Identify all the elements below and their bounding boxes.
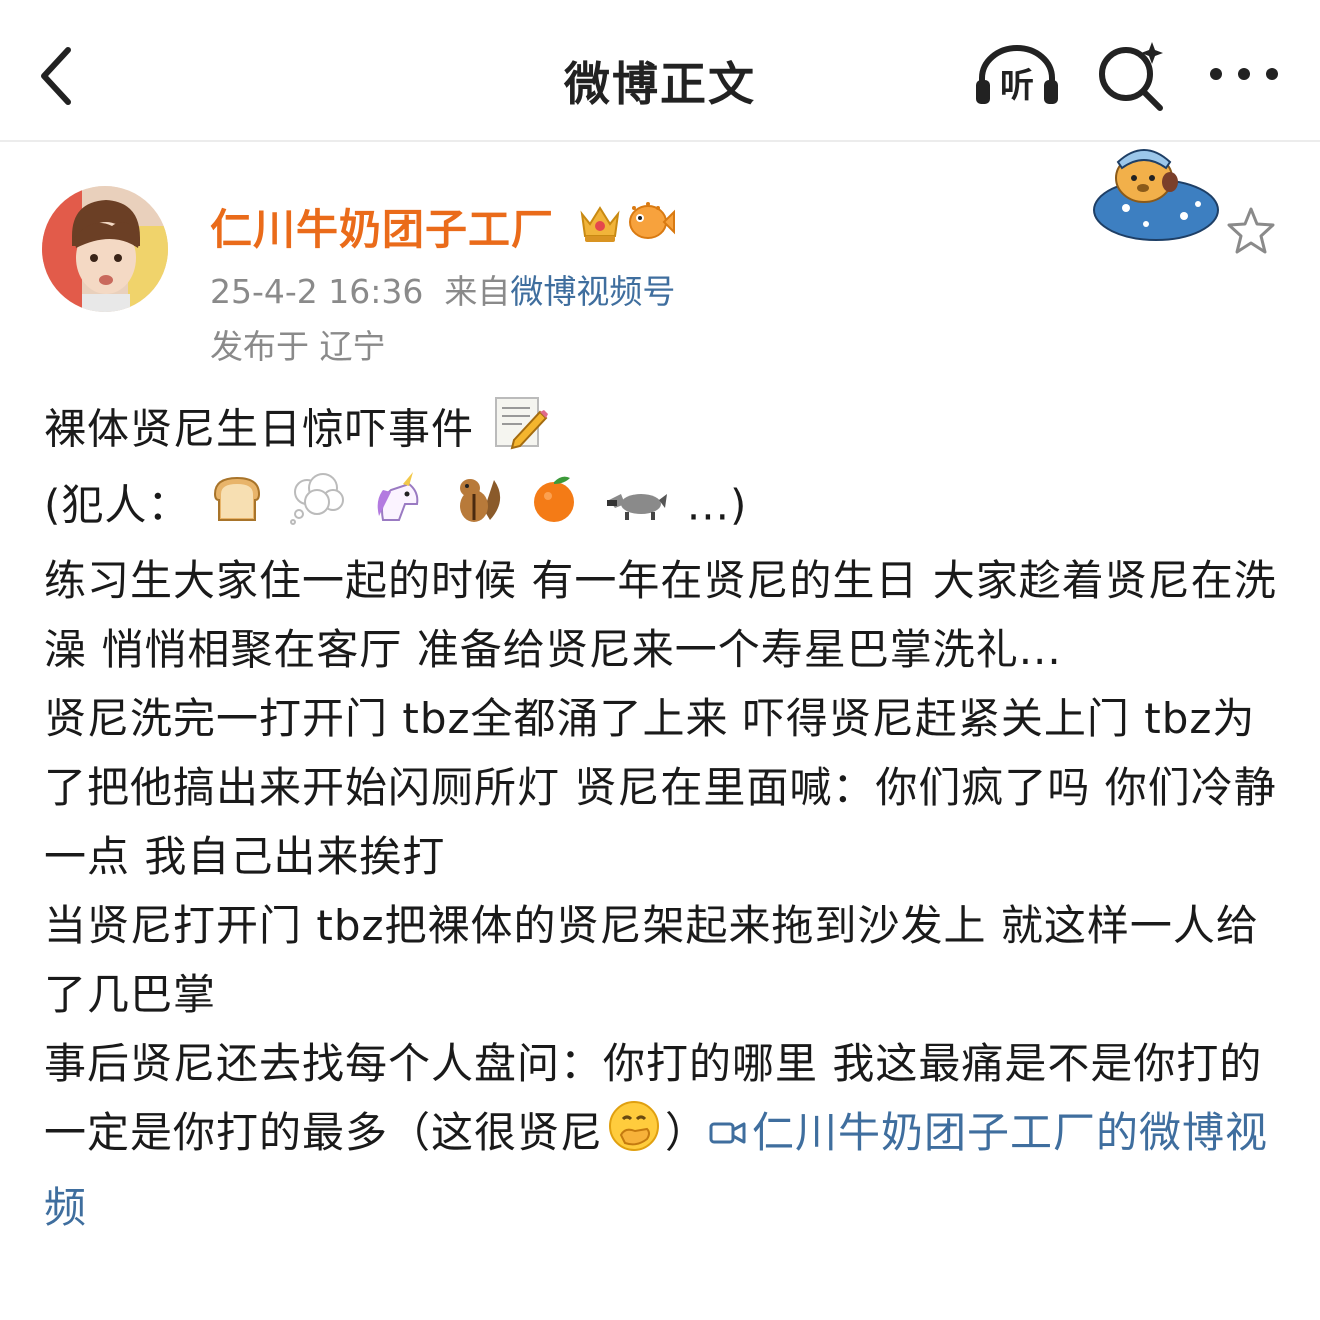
raccoon-icon: [605, 470, 669, 546]
post-meta: 25-4-2 16:36 来自微博视频号: [210, 265, 675, 313]
culprits-prefix: (犯人：: [44, 480, 191, 530]
author-name[interactable]: 仁川牛奶团子工厂: [210, 196, 554, 257]
memo-pencil-icon: [492, 394, 549, 470]
post-paragraph-1: 练习生大家住一起的时候 有一年在贤尼的生日 大家趁着贤尼在洗澡 悄悄相聚在客厅 …: [44, 556, 1277, 674]
culprits-line: (犯人： ...): [44, 470, 1284, 546]
avatar[interactable]: [42, 186, 168, 312]
post-paragraph-3: 当贤尼打开门 tbz把裸体的贤尼架起来拖到沙发上 就这样一人给了几巴掌: [44, 901, 1259, 1019]
decorative-sticker-icon: [1086, 138, 1220, 248]
source-prefix: 来自: [444, 272, 511, 311]
post-paragraph-4-end: ）: [665, 1108, 709, 1157]
search-icon[interactable]: [1094, 38, 1168, 112]
listen-label: 听: [1000, 66, 1034, 106]
post-title-line: 裸体贤尼生日惊吓事件: [44, 394, 1284, 470]
top-nav-bar: 微博正文 听: [0, 0, 1320, 142]
face-hand-over-mouth-icon: [607, 1099, 661, 1173]
crown-badge-icon[interactable]: [578, 200, 622, 244]
thought-balloon-icon: [287, 470, 347, 546]
post-paragraph-4: 事后贤尼还去找每个人盘问：你打的哪里 我这最痛是不是你打的 一定是你打的最多（这…: [44, 1029, 1284, 1242]
post-content: 裸体贤尼生日惊吓事件 (犯人： ...) 练习生大家住一起的时候 有一年在贤尼的…: [44, 394, 1284, 1242]
post-location: 发布于 辽宁: [210, 327, 386, 366]
tangerine-icon: [526, 470, 582, 546]
favorite-star-icon[interactable]: [1224, 204, 1278, 258]
post-title: 裸体贤尼生日惊吓事件: [44, 404, 475, 454]
listen-button[interactable]: 听: [972, 40, 1062, 110]
post-paragraph-2: 贤尼洗完一打开门 tbz全都涌了上来 吓得贤尼赶紧关上门 tbz为了把他搞出来开…: [44, 694, 1277, 881]
more-dots-icon[interactable]: [1206, 56, 1282, 92]
chipmunk-icon: [448, 470, 504, 546]
video-camera-icon: [708, 1101, 748, 1170]
pufferfish-badge-icon[interactable]: [626, 200, 676, 244]
post-timestamp: 25-4-2 16:36: [210, 272, 424, 311]
bread-icon: [209, 470, 265, 546]
culprits-suffix: ...): [686, 480, 748, 530]
unicorn-icon: [369, 470, 425, 546]
post-source-link[interactable]: 微博视频号: [510, 272, 675, 311]
